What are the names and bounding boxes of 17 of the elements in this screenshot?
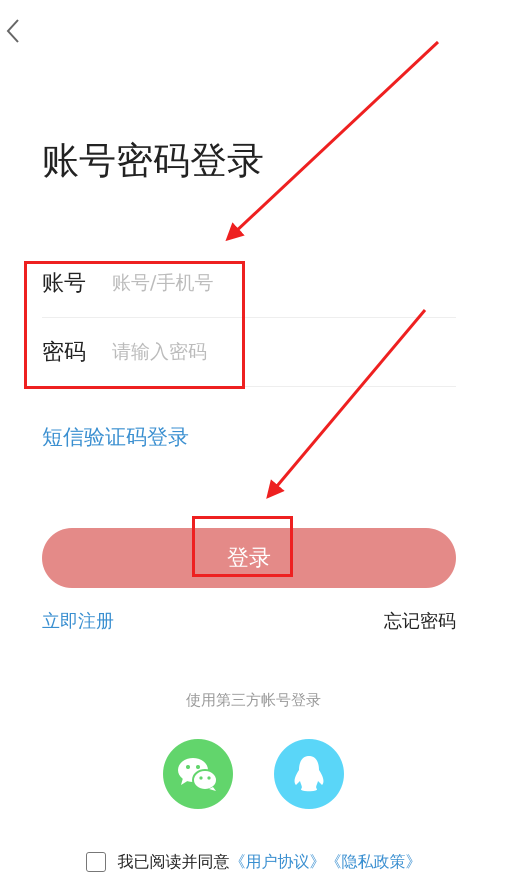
agreement-text: 我已阅读并同意《用户协议》《隐私政策》 <box>118 851 422 873</box>
back-icon[interactable] <box>6 18 20 44</box>
policy-link[interactable]: 《用户协议》 <box>230 852 326 871</box>
policy-link[interactable]: 《隐私政策》 <box>326 852 422 871</box>
penguin-icon <box>292 754 326 794</box>
input-field[interactable]: 请输入密码 <box>112 341 456 363</box>
register-link[interactable]: 立即注册 <box>42 610 114 634</box>
chat-bubbles-icon <box>177 756 219 792</box>
sms-login-link[interactable]: 短信验证码登录 <box>42 425 189 449</box>
input-field[interactable]: 账号/手机号 <box>112 272 456 294</box>
agreement-checkbox[interactable] <box>86 852 106 872</box>
field-label: 密码 <box>42 339 87 367</box>
field-label: 账号 <box>42 270 87 298</box>
login-button[interactable]: 登录 <box>42 528 456 588</box>
forgot-password-link[interactable]: 忘记密码 <box>384 610 456 634</box>
page-title: 账号密码登录 <box>42 140 264 182</box>
third-party-caption: 使用第三方帐号登录 <box>186 691 321 709</box>
